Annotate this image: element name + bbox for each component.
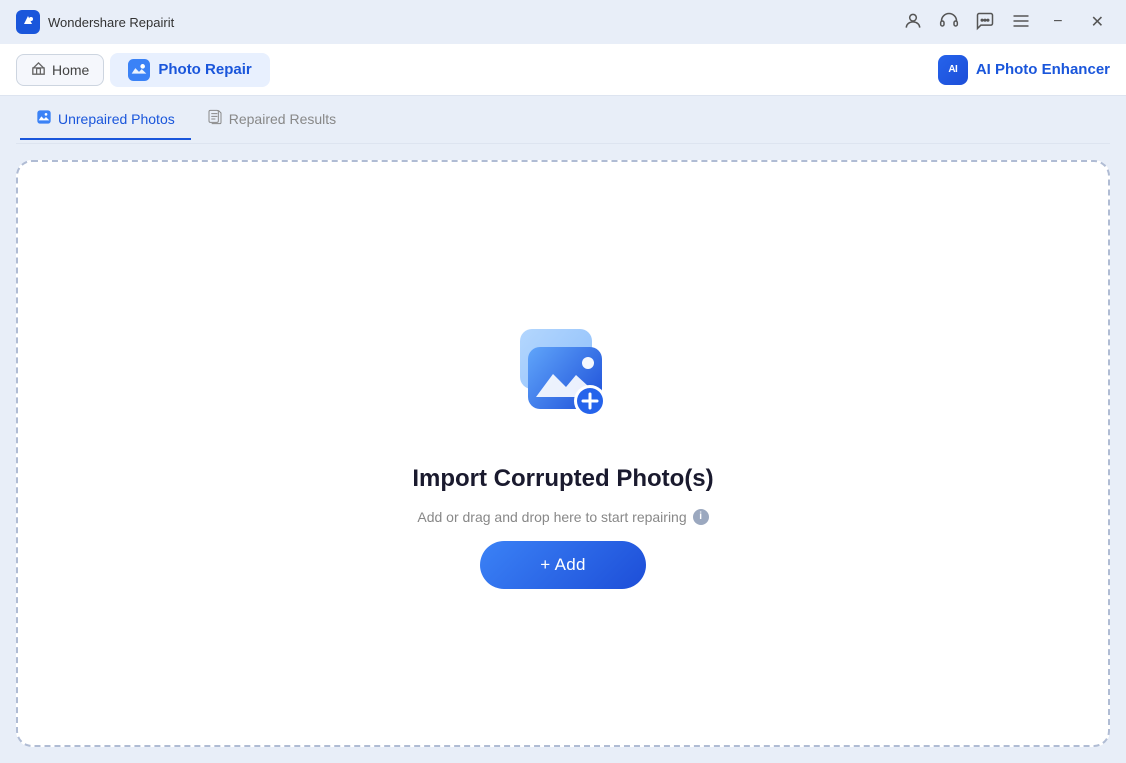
support-icon[interactable]: [939, 11, 959, 34]
app-icon: [16, 10, 40, 34]
add-button[interactable]: + Add: [480, 541, 645, 589]
dropzone-subtitle: Add or drag and drop here to start repai…: [417, 509, 708, 525]
navbar-left: Home Photo Repair: [16, 53, 270, 87]
tab-repaired-label: Repaired Results: [229, 111, 336, 127]
minimize-button[interactable]: −: [1047, 11, 1068, 33]
dropzone-title: Import Corrupted Photo(s): [412, 465, 713, 493]
ai-enhancer-label: AI Photo Enhancer: [976, 61, 1110, 78]
photo-repair-icon: [128, 59, 150, 81]
drop-zone-icon: [498, 319, 628, 449]
titlebar-controls: − ✕: [903, 10, 1110, 34]
navbar: Home Photo Repair AI AI Photo Enhancer: [0, 44, 1126, 96]
close-button[interactable]: ✕: [1085, 10, 1110, 34]
home-label: Home: [52, 62, 89, 78]
home-button[interactable]: Home: [16, 54, 104, 86]
photo-repair-label: Photo Repair: [158, 61, 251, 78]
ai-enhancer-button[interactable]: AI AI Photo Enhancer: [938, 55, 1110, 85]
info-icon[interactable]: i: [693, 509, 709, 525]
drop-zone[interactable]: Import Corrupted Photo(s) Add or drag an…: [16, 160, 1110, 747]
chat-icon[interactable]: [975, 11, 995, 34]
titlebar: Wondershare Repairit: [0, 0, 1126, 44]
app-title: Wondershare Repairit: [48, 15, 174, 30]
ai-badge: AI: [938, 55, 968, 85]
tab-unrepaired-label: Unrepaired Photos: [58, 111, 175, 127]
tab-unrepaired-photos[interactable]: Unrepaired Photos: [20, 101, 191, 140]
repaired-tab-icon: [207, 109, 223, 130]
unrepaired-tab-icon: [36, 109, 52, 130]
menu-icon[interactable]: [1011, 11, 1031, 34]
tabs-bar: Unrepaired Photos Repaired Results: [16, 96, 1110, 144]
account-icon[interactable]: [903, 11, 923, 34]
titlebar-left: Wondershare Repairit: [16, 10, 174, 34]
tab-repaired-results[interactable]: Repaired Results: [191, 101, 352, 140]
home-icon: [31, 61, 46, 79]
content-area: Unrepaired Photos Repaired Results: [0, 96, 1126, 763]
photo-repair-nav[interactable]: Photo Repair: [110, 53, 269, 87]
